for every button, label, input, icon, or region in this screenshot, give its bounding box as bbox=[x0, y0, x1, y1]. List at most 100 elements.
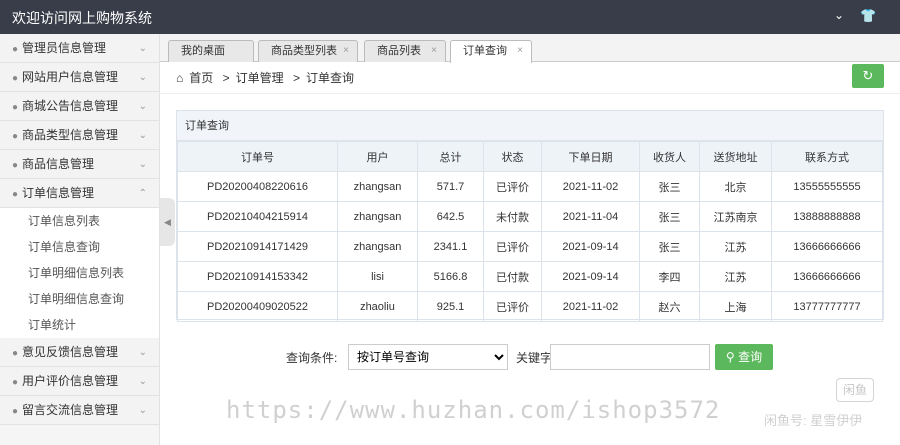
cell-date: 2021-09-14 bbox=[541, 261, 640, 292]
sidebar-item-label: 订单信息管理 bbox=[22, 186, 95, 200]
cell-order-no: PD20210914171429 bbox=[177, 231, 338, 262]
sidebar-item-site-users[interactable]: ● 网站用户信息管理 ⌄ bbox=[0, 63, 159, 92]
tab-products[interactable]: 商品列表 × bbox=[364, 40, 446, 62]
cell-date: 2021-11-02 bbox=[541, 171, 640, 202]
table-row: PD20210914171429 zhangsan 2341.1 已评价 2021-09… bbox=[177, 231, 883, 262]
cell-phone: 13666666666 bbox=[771, 261, 883, 292]
cell-total: 642.5 bbox=[417, 201, 484, 232]
tab-bar: 我的桌面 商品类型列表 × 商品列表 × 订单查询 × bbox=[160, 34, 900, 63]
user-icon: ● bbox=[12, 131, 19, 142]
cell-address: 江苏南京 bbox=[699, 201, 772, 232]
breadcrumb-page: 订单查询 bbox=[306, 71, 355, 85]
chevron-down-icon: ⌄ bbox=[138, 72, 147, 83]
sidebar-item-messages[interactable]: ● 留言交流信息管理 ⌄ bbox=[0, 396, 159, 425]
submenu-order-stats[interactable]: 订单统计 bbox=[0, 312, 159, 338]
condition-select[interactable]: 按订单号查询 bbox=[348, 344, 508, 370]
submenu-order-query[interactable]: 订单信息查询 bbox=[0, 234, 159, 260]
sidebar-item-orders[interactable]: ● 订单信息管理 ⌃ bbox=[0, 179, 159, 208]
sidebar-item-products[interactable]: ● 商品信息管理 ⌄ bbox=[0, 150, 159, 179]
close-icon[interactable]: × bbox=[343, 41, 349, 61]
breadcrumb-bar: ⌂ 首页 > 订单管理 > 订单查询 ↻ bbox=[160, 62, 900, 94]
user-icon: ● bbox=[12, 102, 19, 113]
user-icon: ● bbox=[12, 44, 19, 55]
table-row: PD20210914153342 lisi 5166.8 已付款 2021-09-14 李… bbox=[177, 261, 883, 292]
column-header: 送货地址 bbox=[699, 141, 772, 172]
column-header: 订单号 bbox=[177, 141, 338, 172]
column-header: 收货人 bbox=[639, 141, 700, 172]
user-icon: ● bbox=[12, 406, 19, 417]
sidebar-item-label: 意见反馈信息管理 bbox=[22, 345, 119, 359]
sidebar-item-admin[interactable]: ● 管理员信息管理 ⌄ bbox=[0, 34, 159, 63]
search-icon: ⚲ bbox=[725, 350, 735, 364]
sidebar-collapse-button[interactable]: ◀ bbox=[160, 198, 175, 246]
sidebar-item-announcements[interactable]: ● 商城公告信息管理 ⌄ bbox=[0, 92, 159, 121]
search-button-label: 查询 bbox=[738, 350, 763, 364]
tab-label: 商品列表 bbox=[377, 45, 421, 57]
refresh-button[interactable]: ↻ bbox=[852, 64, 884, 88]
top-bar: 欢迎访问网上购物系统 ⌄ 👕 bbox=[0, 0, 900, 34]
sidebar-item-label: 留言交流信息管理 bbox=[22, 403, 119, 417]
column-header: 总计 bbox=[417, 141, 484, 172]
panel-title: 订单查询 bbox=[177, 111, 883, 141]
chevron-down-icon[interactable]: ⌄ bbox=[834, 8, 844, 22]
sidebar-item-label: 商城公告信息管理 bbox=[22, 99, 119, 113]
submenu-order-detail-query[interactable]: 订单明细信息查询 bbox=[0, 286, 159, 312]
cell-total: 2341.1 bbox=[417, 231, 484, 262]
sidebar-item-feedback[interactable]: ● 意见反馈信息管理 ⌄ bbox=[0, 338, 159, 367]
breadcrumb-home[interactable]: 首页 bbox=[189, 71, 213, 85]
home-icon: ⌂ bbox=[176, 71, 184, 85]
sidebar-item-label: 管理员信息管理 bbox=[22, 41, 107, 55]
sidebar-item-label: 网站用户信息管理 bbox=[22, 70, 119, 84]
chevron-down-icon: ⌄ bbox=[138, 43, 147, 54]
tab-product-types[interactable]: 商品类型列表 × bbox=[258, 40, 358, 62]
cell-address: 上海 bbox=[699, 291, 772, 322]
sidebar-item-label: 商品类型信息管理 bbox=[22, 128, 119, 142]
cell-status: 已付款 bbox=[483, 261, 542, 292]
chevron-down-icon: ⌄ bbox=[138, 376, 147, 387]
keyword-input[interactable] bbox=[550, 344, 710, 370]
tab-order-query[interactable]: 订单查询 × bbox=[450, 40, 532, 63]
column-header: 下单日期 bbox=[541, 141, 640, 172]
cell-date: 2021-09-14 bbox=[541, 231, 640, 262]
chevron-up-icon: ⌃ bbox=[138, 188, 147, 199]
watermark-tag: 闲鱼号: 星雪伊伊 bbox=[764, 413, 863, 428]
shirt-icon[interactable]: 👕 bbox=[860, 8, 876, 24]
chevron-down-icon: ⌄ bbox=[138, 130, 147, 141]
cell-user: zhangsan bbox=[337, 201, 418, 232]
column-header: 用户 bbox=[337, 141, 418, 172]
user-icon: ● bbox=[12, 377, 19, 388]
cell-date: 2021-11-04 bbox=[541, 201, 640, 232]
column-header: 状态 bbox=[483, 141, 542, 172]
sidebar: ● 管理员信息管理 ⌄ ● 网站用户信息管理 ⌄ ● 商城公告信息管理 ⌄ ● 商品类型信息管… bbox=[0, 34, 160, 445]
breadcrumb: ⌂ 首页 > 订单管理 > 订单查询 bbox=[176, 69, 360, 86]
cell-recipient: 张三 bbox=[639, 201, 700, 232]
cell-phone: 13777777777 bbox=[771, 291, 883, 322]
cell-status: 已评价 bbox=[483, 231, 542, 262]
cell-recipient: 张三 bbox=[639, 171, 700, 202]
sidebar-item-product-types[interactable]: ● 商品类型信息管理 ⌄ bbox=[0, 121, 159, 150]
close-icon[interactable]: × bbox=[517, 41, 523, 61]
tab-label: 商品类型列表 bbox=[271, 45, 337, 57]
cell-address: 江苏 bbox=[699, 261, 772, 292]
cell-date: 2021-11-02 bbox=[541, 291, 640, 322]
cell-status: 未付款 bbox=[483, 201, 542, 232]
cell-user: zhangsan bbox=[337, 171, 418, 202]
tab-label: 我的桌面 bbox=[181, 45, 225, 57]
cell-order-no: PD20200408220616 bbox=[177, 171, 338, 202]
submenu-order-detail-list[interactable]: 订单明细信息列表 bbox=[0, 260, 159, 286]
cell-phone: 13888888888 bbox=[771, 201, 883, 232]
keyword-label: 关键字 bbox=[516, 351, 553, 365]
tab-my-desktop[interactable]: 我的桌面 bbox=[168, 40, 254, 62]
user-icon: ● bbox=[12, 160, 19, 171]
close-icon[interactable]: × bbox=[431, 41, 437, 61]
cell-recipient: 张三 bbox=[639, 231, 700, 262]
sidebar-item-label: 用户评价信息管理 bbox=[22, 374, 119, 388]
cell-address: 北京 bbox=[699, 171, 772, 202]
submenu-order-list[interactable]: 订单信息列表 bbox=[0, 208, 159, 234]
user-icon: ● bbox=[12, 189, 19, 200]
search-button[interactable]: ⚲ 查询 bbox=[715, 344, 773, 370]
sidebar-item-reviews[interactable]: ● 用户评价信息管理 ⌄ bbox=[0, 367, 159, 396]
chevron-down-icon: ⌄ bbox=[138, 159, 147, 170]
chevron-down-icon: ⌄ bbox=[138, 101, 147, 112]
cell-order-no: PD20200409020522 bbox=[177, 291, 338, 322]
